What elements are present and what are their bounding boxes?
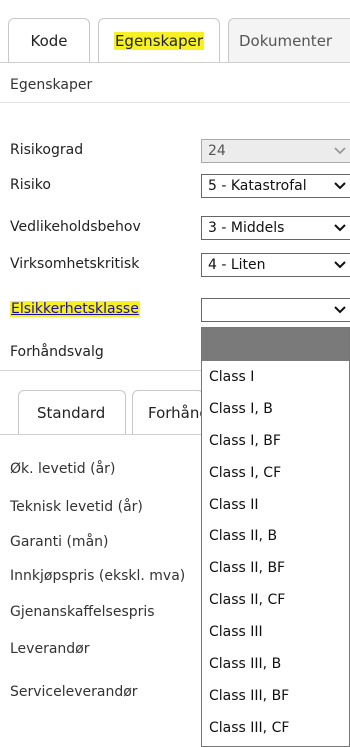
tab-kode-label: Kode xyxy=(30,31,68,50)
tab-divider xyxy=(0,62,350,63)
dropdown-option[interactable]: Class II, BF xyxy=(202,552,349,584)
field-label-garanti: Garanti (mån) xyxy=(10,534,109,550)
dropdown-option[interactable]: Class III xyxy=(202,616,349,648)
dropdown-option[interactable]: Class III, BF xyxy=(202,680,349,712)
dropdown-option[interactable]: Class I, BF xyxy=(202,425,349,457)
tab-forhandsvalg[interactable]: Forhåndsvalg xyxy=(132,390,204,434)
dropdown-option[interactable]: Class III, CF xyxy=(202,712,349,744)
chevron-down-icon xyxy=(334,306,348,314)
field-label-teknisk-levetid: Teknisk levetid (år) xyxy=(10,499,143,515)
field-label-ok-levetid: Øk. levetid (år) xyxy=(10,461,116,477)
elsikkerhetsklasse-select[interactable] xyxy=(201,298,350,322)
tab-egenskaper-label: Egenskaper xyxy=(113,31,205,50)
risikograd-select: 24 xyxy=(201,139,350,163)
dropdown-option[interactable]: Class I xyxy=(202,361,349,393)
chevron-down-icon xyxy=(334,224,348,232)
tab-egenskaper[interactable]: Egenskaper xyxy=(98,18,220,62)
dropdown-option[interactable]: Class I, B xyxy=(202,393,349,425)
elsikkerhetsklasse-dropdown-list[interactable]: Class I Class I, B Class I, BF Class I, … xyxy=(201,327,350,747)
dropdown-selected-empty-option[interactable] xyxy=(202,328,349,361)
field-label-risikograd: Risikograd xyxy=(10,142,84,158)
chevron-down-icon xyxy=(334,147,348,155)
field-label-gjenanskaffelsespris: Gjenanskaffelsespris xyxy=(10,604,155,620)
field-label-risiko: Risiko xyxy=(10,177,51,193)
field-label-elsikkerhetsklasse[interactable]: Elsikkerhetsklasse xyxy=(10,301,140,317)
vedlikeholdsbehov-select[interactable]: 3 - Middels xyxy=(201,216,350,240)
field-label-leverandor: Leverandør xyxy=(10,641,90,657)
dropdown-option[interactable]: Class II, CF xyxy=(202,584,349,616)
field-label-serviceleverandor: Serviceleverandør xyxy=(10,684,138,700)
virksomhetskritisk-value: 4 - Liten xyxy=(208,257,266,273)
dropdown-option[interactable]: Class II, B xyxy=(202,520,349,552)
tab-standard-label: Standard xyxy=(37,403,106,422)
tab-standard[interactable]: Standard xyxy=(18,390,126,434)
chevron-down-icon xyxy=(334,261,348,269)
field-label-vedlikeholdsbehov: Vedlikeholdsbehov xyxy=(10,219,141,235)
field-label-virksomhetskritisk: Virksomhetskritisk xyxy=(10,256,140,272)
elsikkerhetsklasse-link[interactable]: Elsikkerhetsklasse xyxy=(10,301,140,317)
chevron-down-icon xyxy=(334,182,348,190)
field-label-innkjopspris: Innkjøpspris (ekskl. mva) xyxy=(10,568,186,584)
virksomhetskritisk-select[interactable]: 4 - Liten xyxy=(201,253,350,277)
tab-dokumenter[interactable]: Dokumenter xyxy=(228,18,350,62)
dropdown-option[interactable]: Class III, B xyxy=(202,648,349,680)
tab-forhandsvalg-label: Forhåndsvalg xyxy=(148,403,203,422)
tab-dokumenter-label: Dokumenter xyxy=(239,31,333,50)
vedlikeholdsbehov-value: 3 - Middels xyxy=(208,220,285,236)
preset-label: Forhåndsvalg xyxy=(10,344,104,360)
risikograd-value: 24 xyxy=(208,143,226,159)
dropdown-option[interactable]: Class I, CF xyxy=(202,457,349,489)
risiko-value: 5 - Katastrofal xyxy=(208,178,307,194)
risiko-select[interactable]: 5 - Katastrofal xyxy=(201,174,350,198)
section-divider xyxy=(0,102,350,103)
dropdown-option[interactable]: Class II xyxy=(202,489,349,521)
section-title: Egenskaper xyxy=(10,77,93,93)
tab-kode[interactable]: Kode xyxy=(8,18,90,62)
